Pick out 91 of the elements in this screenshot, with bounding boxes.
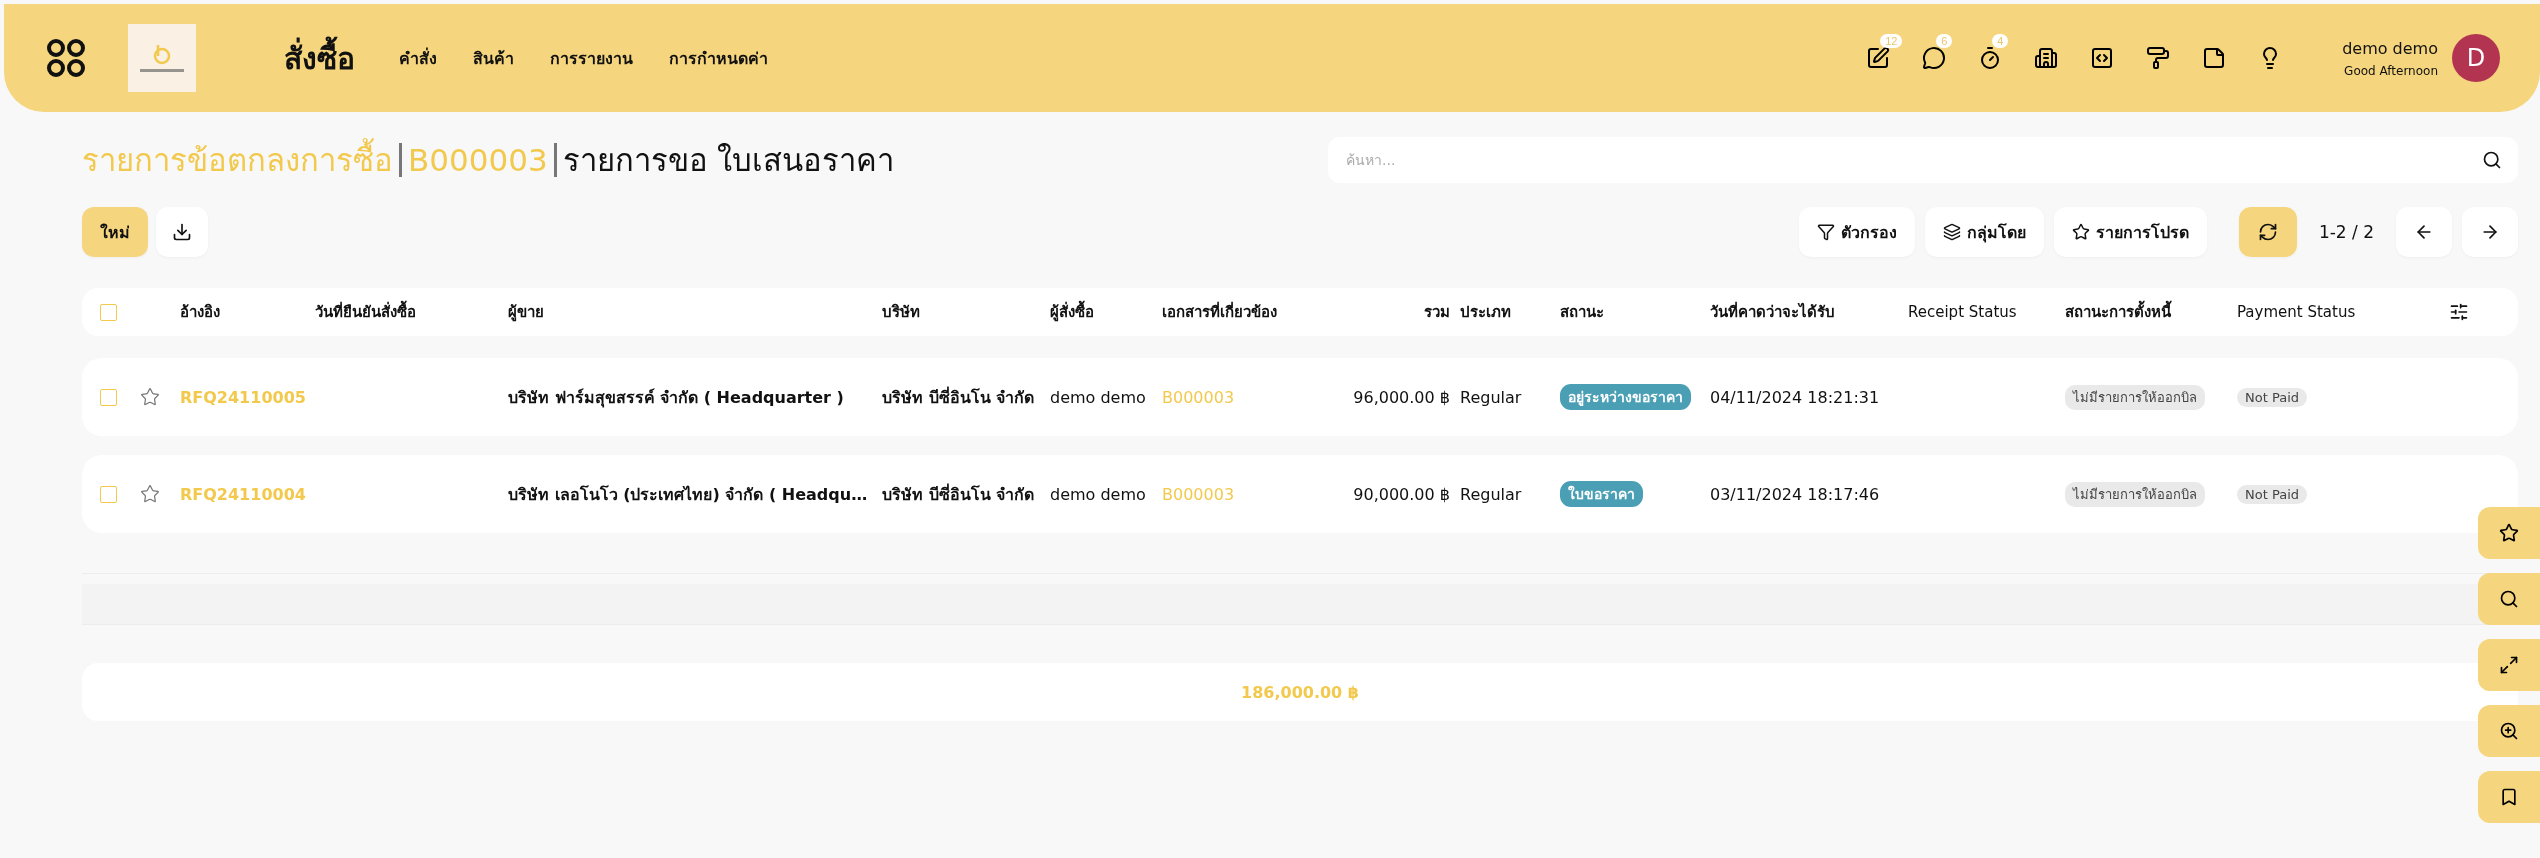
bookmark-icon xyxy=(2499,787,2519,807)
column-settings-icon[interactable] xyxy=(2449,302,2469,322)
column-header[interactable]: ผู้ขาย xyxy=(508,300,882,324)
table-cell-text: demo demo xyxy=(1050,387,1147,407)
filter-button[interactable]: รายการโปรด xyxy=(2053,207,2207,257)
status-tag: อยู่ระหว่างขอราคา xyxy=(1560,384,1691,410)
column-header[interactable]: ผู้สั่งซื้อ xyxy=(1050,300,1162,324)
status-tag: ไม่มีรายการให้ออกบิล xyxy=(2065,384,2205,410)
table-cell-text: 04/11/2024 18:21:31 xyxy=(1710,387,1881,407)
column-header[interactable]: บริษัท xyxy=(882,300,1050,324)
menu-item[interactable]: การรายงาน xyxy=(550,45,633,71)
column-header[interactable]: สถานะ xyxy=(1560,300,1710,324)
page-counter: 1-2 / 2 xyxy=(2318,222,2374,242)
checkbox[interactable] xyxy=(100,485,117,503)
search-field[interactable]: ค้นหา... xyxy=(1344,151,2482,169)
zoom-in-icon xyxy=(2499,721,2519,741)
page-title: รายการขอ ใบเสนอราคา xyxy=(562,141,895,180)
count-badge: 6 xyxy=(1936,34,1953,48)
table-cell-text: Regular xyxy=(1460,484,1523,504)
grand-total: 186,000.00 ฿ xyxy=(1241,682,1359,702)
column-header[interactable]: ประเภท xyxy=(1460,300,1560,324)
column-header[interactable]: Receipt Status xyxy=(1908,303,2065,321)
menu-item[interactable]: คำสั่ง xyxy=(399,45,437,71)
menu-item[interactable]: สินค้า xyxy=(473,45,514,71)
column-header[interactable]: อ้างอิง xyxy=(180,300,315,324)
sticky-note-icon xyxy=(2202,46,2227,70)
bookmark-button[interactable] xyxy=(2478,771,2540,823)
search-icon xyxy=(2499,589,2519,609)
table-cell-text: บริษัท บีซี่อินโน จำกัด xyxy=(882,385,1036,409)
building-icon xyxy=(2034,46,2059,70)
code-icon xyxy=(2090,46,2115,70)
paint-roller-icon xyxy=(2146,46,2171,70)
search-button[interactable] xyxy=(2478,573,2540,625)
greeting: Good Afternoon xyxy=(2344,63,2438,78)
column-header[interactable]: รวม xyxy=(1320,300,1460,324)
table-row[interactable]: RFQ24110005 บริษัท ฟาร์มสุขสรรค์ จำกัด ( Headquarter ) บริษัท บีซี่อินโน จำกัด demo demo B000003 96,000.00 ฿ Regular อยู่ระหว่างขอราคา 04/11/2024 18:21:31 ไม่มีรายการให้ออกบิล Not Paid xyxy=(82,358,2518,436)
download-icon xyxy=(172,222,192,242)
star-icon xyxy=(2499,523,2519,543)
table-cell-text: บริษัท ฟาร์มสุขสรรค์ จำกัด ( Headquarter ) xyxy=(508,386,845,410)
table-cell-text: 96,000.00 ฿ xyxy=(1352,387,1451,407)
column-header[interactable]: เอกสารที่เกี่ยวข้อง xyxy=(1162,300,1320,324)
menu-item[interactable]: การกำหนดค่า xyxy=(669,45,768,71)
table-cell-text: บริษัท เลอโนโว (ประเทศไทย) จำกัด ( Headqu… xyxy=(508,483,869,506)
table-cell-text: B000003 xyxy=(1162,387,1236,407)
table-cell-text: 90,000.00 ฿ xyxy=(1352,484,1451,504)
edit-icon xyxy=(1866,46,1891,70)
filter-icon xyxy=(1816,223,1835,241)
table-cell-text: RFQ24110004 xyxy=(180,484,307,504)
table-row[interactable]: RFQ24110004 บริษัท เลอโนโว (ประเทศไทย) จำกัด ( Headqu… บริษัท บีซี่อินโน จำกัด demo demo B000003 90,000.00 ฿ Regular ใบขอราคา 03/11/2024 18:17:46 ไม่มีรายการให้ออกบิล Not Paid xyxy=(82,455,2518,533)
star-icon[interactable] xyxy=(140,387,160,407)
fullscreen-button[interactable] xyxy=(2478,639,2540,691)
export-button[interactable] xyxy=(156,207,208,257)
search-icon xyxy=(2482,150,2502,170)
star-icon xyxy=(2071,223,2090,241)
column-header[interactable]: วันที่คาดว่าจะได้รับ xyxy=(1710,300,1908,324)
star-icon[interactable] xyxy=(140,484,160,504)
status-tag: ใบขอราคา xyxy=(1560,481,1643,507)
count-badge: 4 xyxy=(1992,34,2009,48)
table-cell-text: บริษัท บีซี่อินโน จำกัด xyxy=(882,482,1036,506)
refresh-button[interactable] xyxy=(2238,207,2297,257)
chat-icon xyxy=(1922,46,1947,70)
checkbox[interactable] xyxy=(100,388,117,406)
expand-icon xyxy=(2499,655,2519,675)
status-tag: ไม่มีรายการให้ออกบิล xyxy=(2065,481,2205,507)
checkbox[interactable] xyxy=(100,303,117,321)
app-title: สั่งซื้อ xyxy=(284,34,355,82)
table-cell-text: RFQ24110005 xyxy=(180,387,307,407)
table-cell-text: 03/11/2024 18:17:46 xyxy=(1710,484,1881,504)
filter-button[interactable]: กลุ่มโดย xyxy=(1924,207,2044,257)
previous-button[interactable] xyxy=(2396,207,2452,257)
table-cell-text: demo demo xyxy=(1050,484,1147,504)
avatar[interactable]: D xyxy=(2452,34,2500,82)
search-bar[interactable]: ค้นหา... xyxy=(1328,137,2518,183)
refresh-icon xyxy=(2257,222,2278,242)
column-header[interactable]: วันที่ยืนยันสั่งซื้อ xyxy=(315,300,508,324)
column-header[interactable]: สถานะการตั้งหนี้ xyxy=(2065,300,2237,324)
logo[interactable] xyxy=(128,24,196,92)
column-header[interactable]: Payment Status xyxy=(2237,303,2400,321)
table-cell-text: B000003 xyxy=(1162,484,1236,504)
favorite-button[interactable] xyxy=(2478,507,2540,559)
new-button[interactable]: ใหม่ xyxy=(82,207,148,257)
apps-icon[interactable] xyxy=(46,38,86,78)
table-cell-text: Regular xyxy=(1460,387,1523,407)
user-name: demo demo xyxy=(2342,38,2438,58)
layers-icon xyxy=(1942,223,1961,241)
count-badge: 12 xyxy=(1880,34,1903,48)
zoom-button[interactable] xyxy=(2478,705,2540,757)
next-button[interactable] xyxy=(2462,207,2518,257)
status-tag: Not Paid xyxy=(2237,387,2307,407)
filter-button[interactable]: ตัวกรอง xyxy=(1798,207,1915,257)
status-tag: Not Paid xyxy=(2237,484,2307,504)
